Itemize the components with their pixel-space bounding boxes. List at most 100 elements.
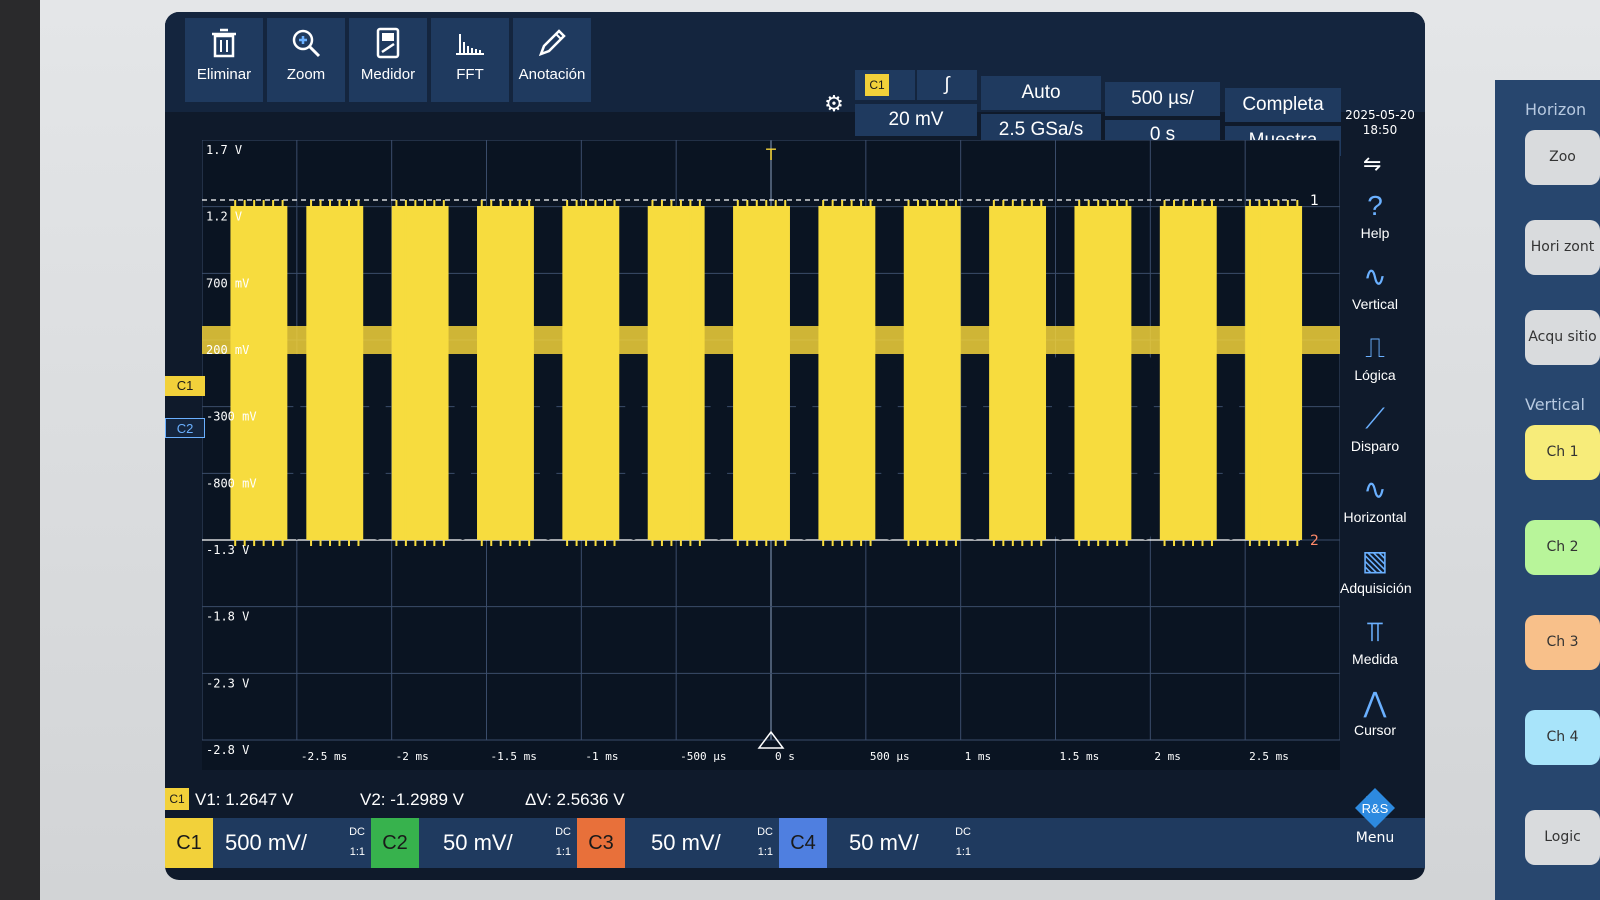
- c3-coupling-type: DC: [757, 826, 773, 838]
- y-tick-label: 1.2 V: [206, 210, 242, 224]
- signal-burst: [647, 206, 705, 540]
- menu-button[interactable]: R&S Menu: [1340, 782, 1410, 868]
- signal-burst: [306, 206, 364, 540]
- cursor2-label[interactable]: 2: [1310, 533, 1319, 549]
- c1-offset-marker[interactable]: C1: [165, 376, 205, 396]
- x-tick-label: -2.5 ms: [301, 750, 347, 763]
- gap-region: [369, 354, 386, 540]
- sidebar-item-label: Adquisición: [1340, 580, 1412, 596]
- zoom-label: Zoom: [286, 66, 326, 83]
- c3-scale[interactable]: 50 mV/: [651, 818, 721, 868]
- eliminar-button[interactable]: Eliminar: [185, 18, 263, 102]
- hw-ch1-button[interactable]: Ch 1: [1525, 425, 1600, 480]
- c2-offset-marker[interactable]: C2: [165, 418, 205, 438]
- gap-region: [795, 354, 813, 540]
- x-tick-label: 2 ms: [1154, 750, 1181, 763]
- medidor-button[interactable]: Medidor: [349, 18, 427, 102]
- fft-icon: [456, 34, 484, 55]
- gap-region: [710, 354, 728, 540]
- cursor1-label[interactable]: 1: [1310, 193, 1319, 209]
- gap-region: [454, 354, 472, 540]
- hw-ch2-button[interactable]: Ch 2: [1525, 520, 1600, 575]
- gap-region: [539, 354, 557, 540]
- sidebar-item-horizontal[interactable]: ∿ Horizontal: [1340, 471, 1410, 539]
- hw-ch3-button[interactable]: Ch 3: [1525, 615, 1600, 670]
- settings-gear-icon[interactable]: ⚙: [820, 92, 848, 120]
- x-tick-label: 1.5 ms: [1060, 750, 1100, 763]
- c2-coupling-type: DC: [555, 826, 571, 838]
- hw-acquisition-button[interactable]: Acqu sitio: [1525, 310, 1600, 365]
- cursor-icon: ⋀: [1363, 687, 1387, 718]
- vertical-section-label: Vertical: [1525, 395, 1585, 414]
- signal-burst: [1245, 206, 1303, 540]
- trash-icon: [212, 28, 236, 58]
- y-tick-label: -800 mV: [206, 476, 257, 490]
- c2-tag[interactable]: C2: [371, 818, 419, 868]
- trigger-source-cell[interactable]: C1: [855, 70, 915, 100]
- c1-tag[interactable]: C1: [165, 818, 213, 868]
- trigger-slope-cell[interactable]: ∫: [917, 70, 977, 100]
- rs-logo-icon: R&S: [1355, 788, 1395, 828]
- fft-button[interactable]: FFT: [431, 18, 509, 102]
- zoom-button[interactable]: Zoom: [267, 18, 345, 102]
- cursor-v1: V1: 1.2647 V: [195, 790, 294, 809]
- bezel-left-edge: [0, 0, 40, 900]
- trigger-time-marker[interactable]: T: [765, 145, 776, 164]
- sidebar-item-l-gica[interactable]: ⎍ Lógica: [1340, 329, 1410, 397]
- measure-icon: ⫪: [1367, 616, 1383, 647]
- c4-coupling: DC 1:1: [949, 822, 971, 862]
- date-label: 2025-05-20: [1345, 108, 1415, 122]
- gap-region: [293, 354, 301, 540]
- sidebar-item-label: Cursor: [1353, 722, 1396, 738]
- acquisition-mode[interactable]: Completa: [1225, 88, 1341, 122]
- signal-burst: [903, 206, 961, 540]
- gap-region: [1137, 354, 1154, 540]
- svg-text:R&S: R&S: [1362, 801, 1389, 816]
- x-tick-label: 1 ms: [965, 750, 992, 763]
- sidebar-item-label: Disparo: [1350, 438, 1400, 454]
- cursor-source-badge: C1: [165, 788, 189, 810]
- cursor-delta: ΔV: 2.5636 V: [525, 790, 625, 809]
- hw-horizontal-button[interactable]: Hori zont: [1525, 220, 1600, 275]
- logic-icon: ⎍: [1365, 332, 1385, 363]
- c1-scale[interactable]: 500 mV/: [225, 818, 307, 868]
- hw-ch4-button[interactable]: Ch 4: [1525, 710, 1600, 765]
- trigger-level[interactable]: 20 mV: [855, 104, 977, 136]
- c1-coupling: DC 1:1: [343, 822, 365, 862]
- horizontal-section-label: Horizon: [1525, 100, 1587, 119]
- sidebar-item-medida[interactable]: ⫪ Medida: [1340, 613, 1410, 681]
- y-tick-label: -300 mV: [206, 410, 257, 424]
- cursor-readout-bar: C1 V1: 1.2647 V V2: -1.2989 V ΔV: 2.5636…: [165, 782, 1425, 818]
- c2-scale[interactable]: 50 mV/: [443, 818, 513, 868]
- help-icon: ?: [1367, 190, 1383, 221]
- y-tick-label: -2.8 V: [206, 743, 249, 757]
- y-tick-label: 200 mV: [206, 343, 249, 357]
- c4-tag[interactable]: C4: [779, 818, 827, 868]
- sidebar-item-vertical[interactable]: ∿ Vertical: [1340, 258, 1410, 326]
- time-scale[interactable]: 500 µs/: [1105, 82, 1220, 116]
- signal-burst: [1159, 206, 1217, 540]
- sidebar-item-cursor[interactable]: ⋀ Cursor: [1340, 684, 1410, 752]
- c3-tag[interactable]: C3: [577, 818, 625, 868]
- trigger-mode[interactable]: Auto: [981, 76, 1101, 110]
- waveform-display[interactable]: T 1 2 1.7 V 1.2 V 700 mV 200 mV -300 mV -800 mV -…: [202, 140, 1340, 770]
- sidebar-item-disparo[interactable]: ⟋ Disparo: [1340, 400, 1410, 468]
- hw-logic-button[interactable]: Logic: [1525, 810, 1600, 865]
- c4-scale[interactable]: 50 mV/: [849, 818, 919, 868]
- anotacion-button[interactable]: Anotación: [513, 18, 591, 102]
- c3-probe-ratio: 1:1: [757, 846, 773, 858]
- fft-label: FFT: [456, 66, 484, 83]
- pencil-icon: [538, 29, 566, 57]
- y-tick-label: -1.3 V: [206, 543, 249, 557]
- datetime: 2025-05-20 18:50: [1345, 108, 1415, 148]
- waveform-svg: T 1 2 1.7 V 1.2 V 700 mV 200 mV -300 mV -800 mV -…: [202, 140, 1340, 763]
- hw-zoom-button[interactable]: Zoo: [1525, 130, 1600, 185]
- meter-icon: [376, 27, 400, 59]
- sidebar-item-label: Help: [1360, 225, 1390, 241]
- signal-burst: [1074, 206, 1132, 540]
- sidebar-item-adquisici-n[interactable]: ▧ Adquisición: [1340, 542, 1412, 610]
- c1-coupling-type: DC: [349, 826, 365, 838]
- gap-region: [881, 354, 898, 540]
- sidebar-item-help[interactable]: ? Help: [1340, 187, 1410, 255]
- c3-coupling: DC 1:1: [751, 822, 773, 862]
